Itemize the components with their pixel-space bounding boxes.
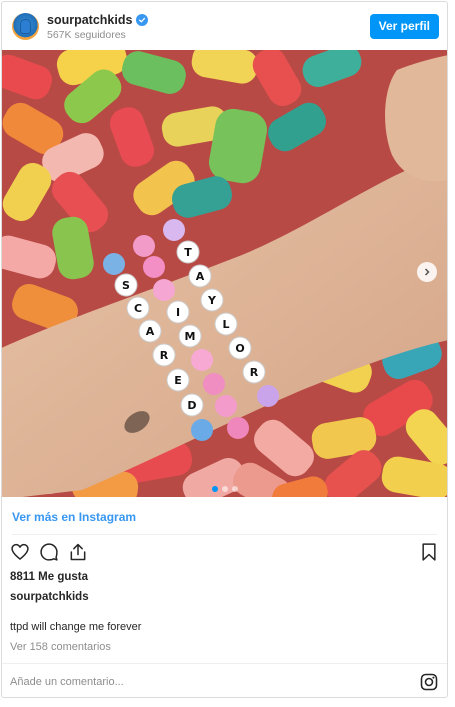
avatar[interactable] [12, 13, 39, 40]
instagram-icon[interactable] [419, 672, 439, 692]
likes-count[interactable]: 8811 Me gusta [10, 571, 88, 583]
carousel-dot [231, 486, 238, 492]
post-header: sourpatchkids 567K seguidores Ver perfil [2, 2, 447, 50]
caption-text: ttpd will change me forever [10, 621, 142, 633]
followers-count: 567K seguidores [47, 29, 126, 41]
bookmark-icon[interactable] [419, 542, 439, 562]
instagram-embed-card: sourpatchkids 567K seguidores Ver perfil [1, 1, 448, 698]
verified-badge-icon [136, 14, 149, 26]
svg-text:Y: Y [207, 294, 217, 307]
svg-text:L: L [222, 318, 229, 331]
view-profile-button[interactable]: Ver perfil [369, 14, 439, 39]
svg-text:M: M [185, 330, 196, 343]
divider [12, 534, 437, 535]
carousel-next-button[interactable] [417, 262, 437, 282]
svg-text:R: R [250, 366, 259, 379]
svg-text:D: D [187, 399, 196, 412]
comment-box [2, 663, 447, 697]
caption-username[interactable]: sourpatchkids [10, 591, 89, 603]
view-comments-link[interactable]: Ver 158 comentarios [10, 641, 111, 653]
carousel-dot [211, 486, 218, 492]
svg-text:C: C [134, 302, 142, 315]
svg-text:A: A [146, 325, 155, 338]
post-actions [10, 542, 88, 562]
carousel-dots [211, 486, 238, 492]
svg-text:E: E [174, 374, 182, 387]
comment-input[interactable] [10, 673, 390, 691]
view-more-link[interactable]: Ver más en Instagram [12, 510, 136, 524]
svg-text:I: I [176, 306, 180, 319]
svg-text:R: R [160, 349, 169, 362]
comment-icon[interactable] [39, 542, 59, 562]
heart-icon[interactable] [10, 542, 30, 562]
svg-text:O: O [235, 342, 244, 355]
carousel-dot [221, 486, 228, 492]
share-icon[interactable] [68, 542, 88, 562]
svg-text:S: S [122, 279, 130, 292]
chevron-right-icon [424, 268, 430, 276]
username[interactable]: sourpatchkids [47, 13, 132, 27]
post-photo[interactable]: S C A R E D I M T A Y L O R [2, 50, 447, 497]
svg-text:A: A [196, 270, 205, 283]
svg-text:T: T [184, 246, 192, 259]
photo-image: S C A R E D I M T A Y L O R [2, 50, 447, 497]
